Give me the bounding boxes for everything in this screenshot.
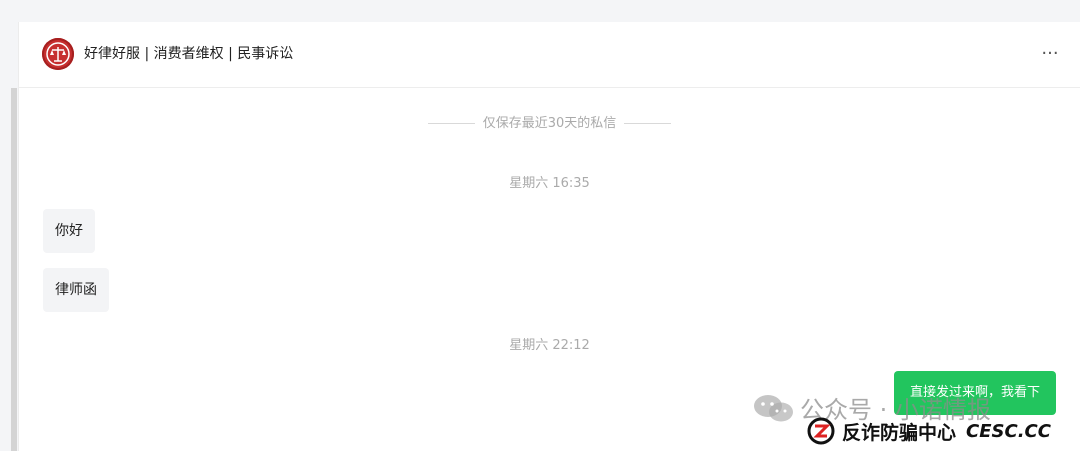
chat-title: 好律好服 | 消费者维权 | 民事诉讼 bbox=[84, 46, 294, 62]
chat-window: 好律好服 | 消费者维权 | 民事诉讼 ··· 仅保存最近30天的私信 星期六 … bbox=[18, 22, 1080, 451]
message-timestamp: 星期六 16:35 bbox=[509, 176, 590, 191]
notice-text: 仅保存最近30天的私信 bbox=[482, 116, 617, 131]
incoming-message[interactable]: 律师函 bbox=[43, 268, 109, 312]
notice-divider-right bbox=[624, 123, 672, 124]
watermark-site: CESC.CC bbox=[966, 420, 1051, 442]
message-timestamp: 星期六 22:12 bbox=[509, 338, 590, 353]
law-scales-avatar-icon[interactable] bbox=[42, 38, 74, 70]
chat-header: 好律好服 | 消费者维权 | 民事诉讼 ··· bbox=[19, 22, 1080, 88]
anti-fraud-shield-icon bbox=[807, 417, 835, 445]
anti-fraud-watermark: 反诈防骗中心 CESC.CC bbox=[806, 416, 1051, 446]
watermark-center: 反诈防骗中心 bbox=[842, 421, 957, 444]
incoming-message[interactable]: 你好 bbox=[43, 209, 95, 253]
retention-notice: 仅保存最近30天的私信 bbox=[19, 114, 1080, 134]
left-scroll-rail bbox=[11, 88, 17, 451]
wechat-icon bbox=[754, 394, 793, 421]
more-options-icon[interactable]: ··· bbox=[1038, 42, 1062, 66]
notice-divider-left bbox=[427, 123, 475, 124]
